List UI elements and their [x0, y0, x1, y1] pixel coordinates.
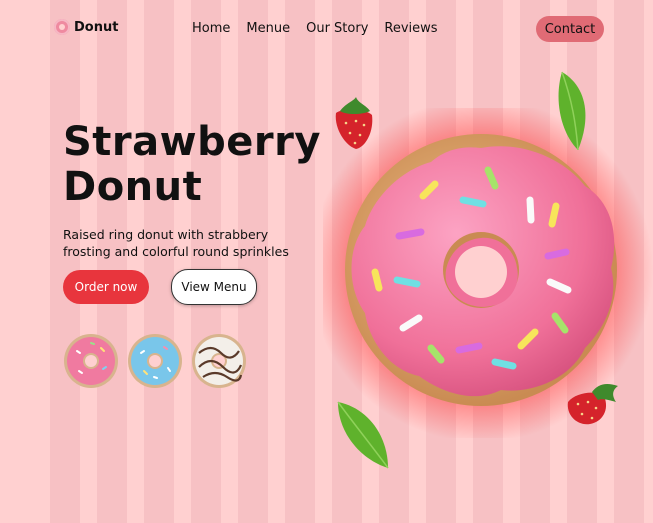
order-now-button[interactable]: Order now: [63, 270, 149, 304]
brand-name: Donut: [74, 19, 119, 35]
nav-link-reviews[interactable]: Reviews: [384, 21, 437, 36]
donut-logo-icon: [54, 19, 70, 35]
nav-link-menu[interactable]: Menue: [246, 21, 290, 36]
contact-button[interactable]: Contact: [536, 16, 604, 42]
nav-link-home[interactable]: Home: [192, 21, 230, 36]
leaf-icon: [558, 71, 586, 151]
donut-thumbnails: [63, 333, 247, 389]
hero-subtitle: Raised ring donut with strabbery frostin…: [63, 227, 289, 259]
hero-title-line-1: Strawberry: [63, 119, 321, 165]
nav-links: Home Menue Our Story Reviews: [192, 21, 438, 36]
pink-donut-thumbnail[interactable]: [63, 333, 119, 389]
chocolate-drizzle-donut-thumbnail[interactable]: [191, 333, 247, 389]
strawberry-icon: [567, 384, 618, 425]
hero-title: Strawberry Donut: [63, 120, 333, 210]
top-navigation: Donut Home Menue Our Story Reviews Conta…: [0, 0, 653, 60]
strawberry-icon: [335, 97, 373, 149]
view-menu-button[interactable]: View Menu: [171, 269, 257, 305]
blue-donut-thumbnail[interactable]: [127, 333, 183, 389]
brand-logo[interactable]: Donut: [54, 19, 118, 35]
nav-link-our-story[interactable]: Our Story: [306, 21, 368, 36]
leaf-icon: [337, 401, 389, 469]
hero-title-line-2: Donut: [63, 164, 203, 210]
